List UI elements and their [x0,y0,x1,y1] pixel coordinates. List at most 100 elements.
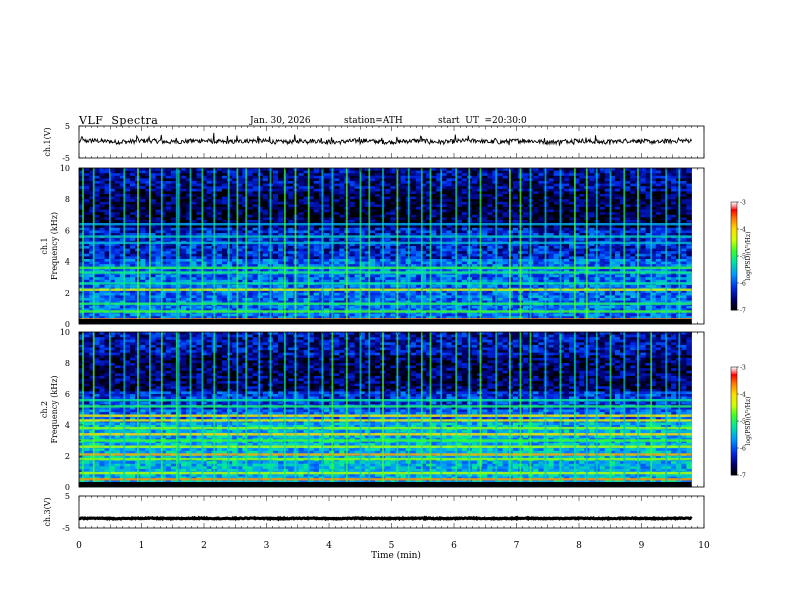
spectrogram-cell [272,220,279,223]
spectrogram-cell [252,170,259,174]
spectrogram-cell [155,199,162,203]
spectrogram-cell [349,207,356,210]
spectrogram-cell [461,246,468,249]
spectrogram-cell [216,230,223,234]
spectrogram-cell [681,227,687,231]
spectrogram-cell [655,191,662,195]
spectrogram-cell [599,209,606,213]
spectrogram-cell [681,181,687,184]
spectrogram-cell [538,183,544,187]
spectrogram-cell [206,199,213,203]
spectrogram-cell [155,194,162,197]
spectrogram-cell [170,175,177,179]
spectrogram-cell [272,199,279,203]
spectrogram-cell [130,248,136,252]
spectrogram-cell [272,248,279,252]
spectrogram-cell [165,178,172,182]
spectrogram-cell [472,170,478,174]
spectrogram-cell [686,181,692,184]
spectrogram-cell [324,214,330,218]
spectrogram-cell [492,204,498,208]
spectrogram-cell [339,199,345,203]
spectrogram-cell [354,251,361,255]
spectrogram-cell [563,170,570,174]
spectrogram-cell [492,217,498,221]
spectrogram-cell [140,178,146,182]
spectrogram-cell [339,175,345,179]
spectrogram-cell [431,196,437,200]
spectrogram-cell [456,194,463,197]
spectrogram-cell [216,204,223,208]
spectrogram-cell [262,204,269,208]
spectrogram-cell [298,256,304,260]
spectrogram-cell [390,207,396,210]
spectrogram-cell [170,212,177,216]
spectrogram-cell [298,181,304,184]
spectrogram-cell [94,196,100,200]
spectrogram-cell [165,181,172,184]
spectrogram-cell [288,170,294,174]
spectrogram-cell [191,230,197,234]
spectrogram-cell [400,181,407,184]
spectrogram-cell [288,209,294,213]
spectrogram-cell [487,259,493,262]
spectrogram-cell [334,225,340,229]
spectrogram-cell [415,209,422,213]
spectrogram-cell [196,248,202,252]
spectrogram-cell [630,225,636,229]
spectrogram-cell [461,186,468,190]
spectrogram-cell [523,251,529,255]
ch1-waveform-ytick-bottom: -5 [62,154,70,163]
spectrogram-cell [272,170,279,174]
spectrogram-cell [482,225,488,229]
spectrogram-cell [553,261,560,265]
spectrogram-cell [548,175,555,179]
spectrogram-cell [553,259,560,262]
spectrogram-cell [272,225,279,229]
spectrogram-cell [94,173,100,177]
spectrogram-cell [579,186,585,190]
spectrogram-cell [645,261,652,265]
spectrogram-cell [625,170,631,174]
spectrogram-cell [497,246,504,249]
spectrogram-cell [191,227,197,231]
spectrogram-cell [354,188,361,192]
spectrogram-cell [150,175,156,179]
spectrogram-cell [247,212,253,216]
spectrogram-cell [313,214,320,218]
spectrogram-cell [625,168,631,171]
spectrogram-cell [369,220,376,223]
spectrogram-cell [604,230,611,234]
spectrogram-cell [625,212,631,216]
spectrogram-cell [124,188,131,192]
spectrogram-cell [410,220,417,223]
spectrogram-cell [630,188,636,192]
spectrogram-cell [625,188,631,192]
spectrogram-cell [579,220,585,223]
spectrogram-cell [410,256,417,260]
spectrogram-cell [324,209,330,213]
spectrogram-cell [114,217,121,221]
spectrogram-cell [84,204,90,208]
spectrogram-cell [339,178,345,182]
spectrogram-cell [625,191,631,195]
spectrogram-cell [487,214,493,218]
spectrogram-cell [334,207,340,210]
spectrogram-cell [533,186,539,190]
spectrogram-cell [272,201,279,205]
spectrogram-cell [247,186,253,190]
spectrogram-cell [487,217,493,221]
spectrogram-cell [140,196,146,200]
spectrogram-cell [114,214,121,218]
spectrogram-cell [538,181,544,184]
spectrogram-cell [410,175,417,179]
spectrogram-cell [191,201,197,205]
spectrogram-cell [252,261,259,265]
spectrogram-cell [441,183,447,187]
spectrogram-cell [385,168,391,171]
spectrogram-cell [415,246,422,249]
spectrogram-cell [625,261,631,265]
spectrogram-cell [130,201,136,205]
spectrogram-cell [375,194,381,197]
spectrogram-cell [114,238,121,242]
